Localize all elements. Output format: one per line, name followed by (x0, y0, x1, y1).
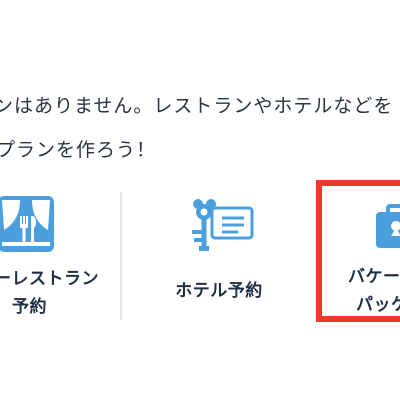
hotel-reservation-option[interactable]: ホテル予約 (126, 180, 314, 330)
hotel-key-icon (192, 199, 254, 251)
restaurant-icon (0, 196, 54, 252)
restaurant-reservation-option[interactable]: ーレストラン 予約 (0, 180, 118, 330)
hotel-label: ホテル予約 (175, 281, 263, 301)
restaurant-label-line-2: 予約 (12, 297, 47, 317)
message-line-2: プランを作ろう！ (0, 139, 157, 161)
selection-highlight-box (316, 180, 400, 322)
empty-plan-message: ンはありません。レストランやホテルなどを プランを作ろう！ (0, 84, 400, 172)
message-line-1: ンはありません。レストランやホテルなどを (0, 95, 394, 117)
option-divider (120, 192, 122, 320)
restaurant-label-line-1: ーレストラン (0, 269, 99, 289)
